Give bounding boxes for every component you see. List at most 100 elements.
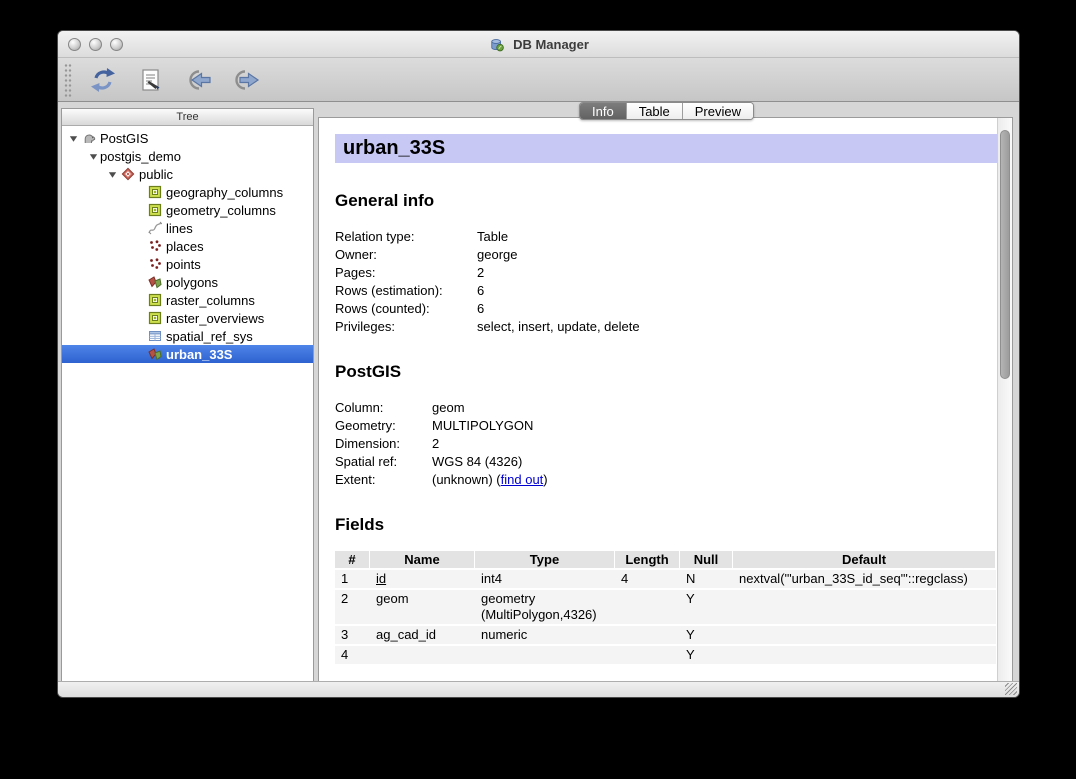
col-header-type: Type bbox=[475, 551, 615, 570]
table-layer-icon bbox=[148, 185, 162, 199]
tree-item-geometry-columns[interactable]: geometry_columns bbox=[62, 201, 313, 219]
col-header-null: Null bbox=[680, 551, 733, 570]
tree-item-urban-33s[interactable]: urban_33S bbox=[62, 345, 313, 363]
window-title: DB Manager bbox=[513, 37, 589, 52]
resize-grip[interactable] bbox=[1005, 683, 1017, 695]
disclosure-triangle-icon[interactable] bbox=[106, 169, 119, 180]
srs-table-icon bbox=[148, 329, 162, 343]
toolbar-drag-handle[interactable] bbox=[64, 63, 72, 97]
field-row: 4 Y bbox=[335, 646, 996, 666]
tree-item-postgis-demo[interactable]: postgis_demo bbox=[62, 147, 313, 165]
info-label: Column: bbox=[335, 399, 432, 417]
tree-item-points[interactable]: points bbox=[62, 255, 313, 273]
vertical-scrollbar[interactable] bbox=[997, 118, 1012, 681]
find-out-link[interactable]: find out bbox=[501, 472, 544, 487]
field-type: int4 bbox=[475, 570, 615, 590]
field-num: 3 bbox=[335, 626, 370, 646]
field-row: 3 ag_cad_id numeric Y bbox=[335, 626, 996, 646]
postgis-elephant-icon bbox=[82, 131, 96, 145]
tree-panel: Tree PostGIS postgis_demo bbox=[61, 108, 314, 682]
title-bar[interactable]: DB Manager bbox=[58, 31, 1019, 58]
tree-item-lines[interactable]: lines bbox=[62, 219, 313, 237]
extent-suffix: ) bbox=[543, 472, 547, 487]
tree-item-label: points bbox=[166, 257, 201, 272]
polygon-layer-icon bbox=[148, 275, 162, 289]
tree-item-label: places bbox=[166, 239, 204, 254]
import-layer-icon bbox=[186, 68, 212, 92]
tab-table[interactable]: Table bbox=[627, 103, 683, 119]
field-default bbox=[733, 626, 996, 646]
info-value: 2 bbox=[432, 435, 439, 453]
export-to-file-icon bbox=[234, 68, 260, 92]
tree-item-spatial-ref-sys[interactable]: spatial_ref_sys bbox=[62, 327, 313, 345]
info-label: Geometry: bbox=[335, 417, 432, 435]
info-label: Relation type: bbox=[335, 228, 477, 246]
disclosure-triangle-icon[interactable] bbox=[87, 151, 100, 162]
postgis-heading: PostGIS bbox=[335, 361, 997, 382]
db-manager-icon bbox=[490, 38, 504, 52]
field-length bbox=[615, 626, 680, 646]
table-layer-icon bbox=[148, 311, 162, 325]
info-label: Pages: bbox=[335, 264, 477, 282]
db-manager-window: DB Manager bbox=[57, 30, 1020, 698]
tree-panel-title: Tree bbox=[62, 109, 313, 126]
tab-info[interactable]: Info bbox=[580, 103, 627, 119]
import-layer-button[interactable] bbox=[182, 64, 216, 96]
tree-item-label: urban_33S bbox=[166, 347, 232, 362]
tree-item-label: polygons bbox=[166, 275, 218, 290]
export-to-file-button[interactable] bbox=[230, 64, 264, 96]
tree-item-label: geometry_columns bbox=[166, 203, 276, 218]
field-null: Y bbox=[680, 646, 733, 666]
field-num: 2 bbox=[335, 590, 370, 626]
info-value: MULTIPOLYGON bbox=[432, 417, 533, 435]
field-name: geom bbox=[370, 590, 475, 626]
general-info-list: Relation type:Table Owner:george Pages:2… bbox=[335, 228, 997, 336]
field-num: 1 bbox=[335, 570, 370, 590]
refresh-icon bbox=[90, 67, 116, 93]
field-default: nextval('"urban_33S_id_seq"'::regclass) bbox=[733, 570, 996, 590]
refresh-button[interactable] bbox=[86, 64, 120, 96]
field-num: 4 bbox=[335, 646, 370, 666]
tree-item-label: public bbox=[139, 167, 173, 182]
field-type: numeric bbox=[475, 626, 615, 646]
tree-item-geography-columns[interactable]: geography_columns bbox=[62, 183, 313, 201]
line-layer-icon bbox=[148, 221, 162, 235]
info-label: Rows (counted): bbox=[335, 300, 477, 318]
postgis-info-list: Column:geom Geometry:MULTIPOLYGON Dimens… bbox=[335, 399, 997, 489]
field-default bbox=[733, 646, 996, 666]
field-row: 2 geom geometry (MultiPolygon,4326) Y bbox=[335, 590, 996, 626]
point-layer-icon bbox=[148, 239, 162, 253]
view-tabs: Info Table Preview bbox=[579, 102, 754, 120]
tree-item-label: postgis_demo bbox=[100, 149, 181, 164]
tree-item-public[interactable]: public bbox=[62, 165, 313, 183]
schema-diamond-icon bbox=[121, 167, 135, 181]
disclosure-triangle-icon[interactable] bbox=[67, 133, 80, 144]
polygon-layer-icon bbox=[148, 347, 162, 361]
info-value: george bbox=[477, 246, 517, 264]
toolbar bbox=[58, 58, 1019, 102]
tree-item-label: lines bbox=[166, 221, 193, 236]
general-info-heading: General info bbox=[335, 190, 997, 211]
info-value: geom bbox=[432, 399, 465, 417]
sql-window-button[interactable] bbox=[134, 64, 168, 96]
tree-item-label: spatial_ref_sys bbox=[166, 329, 253, 344]
field-name bbox=[370, 646, 475, 666]
scrollbar-thumb[interactable] bbox=[1000, 130, 1010, 379]
info-label: Extent: bbox=[335, 471, 432, 489]
fields-header-row: # Name Type Length Null Default bbox=[335, 551, 996, 570]
tree-item-places[interactable]: places bbox=[62, 237, 313, 255]
field-name-id-link[interactable]: id bbox=[376, 571, 386, 586]
tree-item-polygons[interactable]: polygons bbox=[62, 273, 313, 291]
info-label: Privileges: bbox=[335, 318, 477, 336]
field-length bbox=[615, 590, 680, 626]
tab-preview[interactable]: Preview bbox=[683, 103, 753, 119]
tree-item-raster-columns[interactable]: raster_columns bbox=[62, 291, 313, 309]
field-null: N bbox=[680, 570, 733, 590]
col-header-length: Length bbox=[615, 551, 680, 570]
info-value: 6 bbox=[477, 300, 484, 318]
field-type: geometry (MultiPolygon,4326) bbox=[475, 590, 615, 626]
field-row: 1 id int4 4 N nextval('"urban_33S_id_seq… bbox=[335, 570, 996, 590]
tree-item-raster-overviews[interactable]: raster_overviews bbox=[62, 309, 313, 327]
tree-item-postgis[interactable]: PostGIS bbox=[62, 129, 313, 147]
tree-item-label: PostGIS bbox=[100, 131, 148, 146]
